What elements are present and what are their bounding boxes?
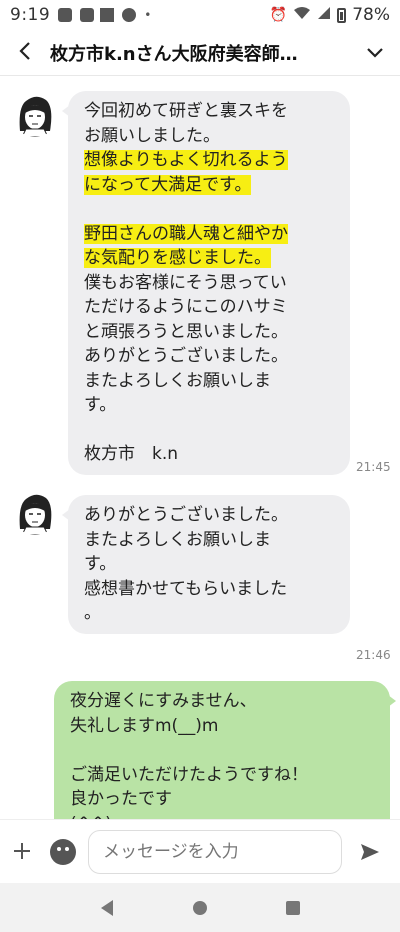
message-line: ご満足いただけたようですね！: [70, 764, 308, 785]
avatar[interactable]: [12, 91, 58, 137]
my-message-bubble[interactable]: 夜分遅くにすみません、 失礼しますm(__)m ご満足いただけたようですね！ 良…: [54, 681, 396, 820]
message-line: 夜分遅くにすみません、: [70, 691, 257, 711]
highlighted-text: になって大満足です。: [84, 174, 252, 195]
message-line: 今回初めて研ぎと裏スキを: [84, 101, 288, 121]
message-line: になって大満足です。: [84, 173, 334, 198]
message-line: 枚方市 k.n: [84, 444, 179, 464]
message-line: 想像よりもよく切れるよう: [84, 148, 334, 173]
message-line: 。: [84, 603, 101, 623]
message-bubble[interactable]: 今回初めて研ぎと裏スキを お願いしました。 想像よりもよく切れるよう になって大…: [62, 91, 350, 475]
notification-icon: [58, 8, 73, 22]
nav-home-icon[interactable]: [190, 898, 210, 918]
message-line: [84, 197, 334, 222]
message-bubble[interactable]: ありがとうございました。 またよろしくお願いしま す。 感想書かせてもらいました…: [62, 495, 350, 634]
notification-icon: [80, 8, 95, 22]
message-line: 僕もお客様にそう思ってい: [84, 272, 287, 293]
message-line: お願いしました。: [84, 125, 220, 146]
highlighted-text: 想像よりもよく切れるよう: [84, 150, 288, 170]
emoji-icon[interactable]: [50, 838, 76, 865]
wifi-icon: [293, 6, 311, 24]
message-line: な気配りを感じました。: [84, 246, 334, 271]
message-timestamp: 21:45: [356, 460, 391, 474]
message-line: 野田さんの職人魂と細やか: [84, 222, 334, 247]
highlighted-text: 野田さんの職人魂と細やか: [84, 223, 288, 244]
message-line: [70, 738, 374, 763]
nav-recents-icon[interactable]: [283, 898, 303, 918]
status-bar: 9:19 • ⏰ 78%: [0, 0, 400, 30]
send-icon[interactable]: [348, 830, 392, 874]
avatar[interactable]: [12, 489, 58, 535]
system-nav-bar: [0, 883, 400, 932]
message-line: 感想書かせてもらいました: [84, 578, 288, 599]
message-line: [84, 418, 334, 443]
battery-icon: [337, 7, 347, 23]
message-line: す。: [84, 554, 117, 574]
message-input-bar: [0, 819, 400, 883]
message-line: ありがとうございました。: [84, 505, 288, 525]
plus-icon[interactable]: [0, 835, 44, 868]
dot-icon: •: [144, 8, 152, 22]
message-line: ただけるようにこのハサミ: [84, 297, 288, 317]
uniqlo-icon: [100, 8, 115, 22]
message-timestamp: 21:46: [356, 648, 391, 662]
status-right: ⏰ 78%: [270, 5, 390, 25]
chevron-down-icon[interactable]: [350, 30, 400, 76]
chat-header: 枚方市k.nさん大阪府美容師…: [0, 30, 400, 76]
notification-icon: [122, 8, 137, 22]
chat-title: 枚方市k.nさん大阪府美容師…: [50, 43, 298, 65]
message-line: またよろしくお願いしま: [84, 529, 271, 550]
highlighted-text: な気配りを感じました。: [84, 248, 271, 268]
alarm-icon: ⏰: [269, 7, 288, 23]
signal-icon: [317, 6, 331, 24]
message-line: ありがとうございました。: [84, 346, 288, 366]
message-line: 良かったです: [70, 789, 172, 809]
nav-back-icon[interactable]: [97, 898, 117, 918]
battery-percent: 78%: [352, 5, 390, 25]
message-line: す。: [84, 395, 117, 415]
status-time: 9:19: [10, 5, 51, 25]
message-line: と頑張ろうと思いました。: [84, 321, 288, 342]
message-line: 失礼しますm(__)m: [70, 715, 219, 736]
chat-area[interactable]: 今回初めて研ぎと裏スキを お願いしました。 想像よりもよく切れるよう になって大…: [0, 77, 400, 819]
message-line: (^^): [70, 812, 374, 820]
back-arrow-icon[interactable]: [0, 30, 50, 76]
message-input[interactable]: [88, 829, 342, 874]
message-line: またよろしくお願いしま: [84, 370, 271, 391]
